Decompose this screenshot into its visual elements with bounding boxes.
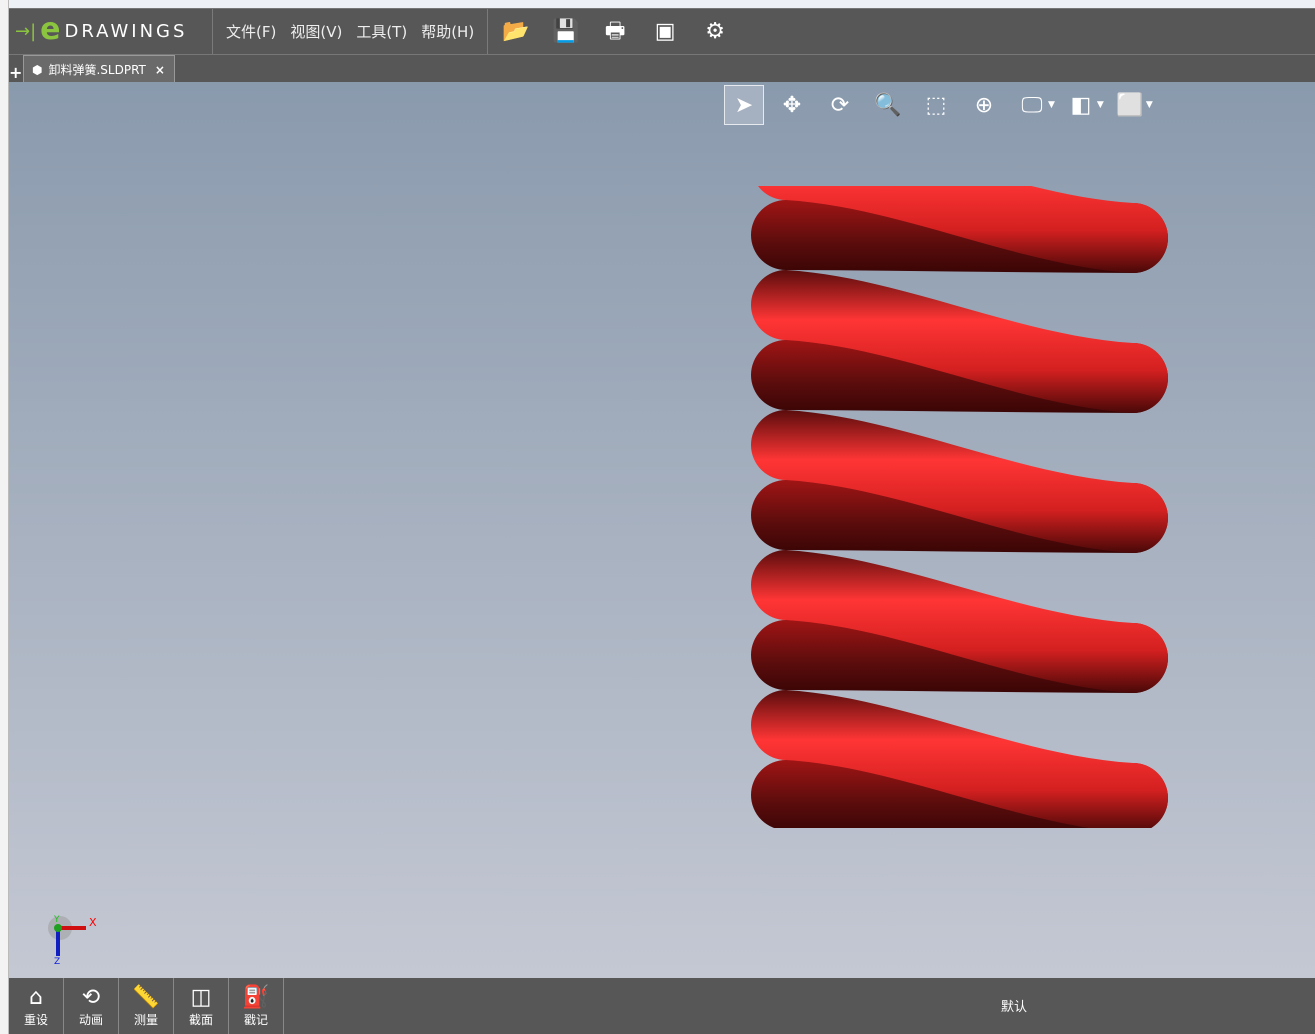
y-axis-label: Y: [53, 915, 60, 925]
3d-viewport[interactable]: [9, 82, 1315, 978]
coil-back-strand: [751, 900, 1168, 973]
animate-label: 动画: [78, 1012, 103, 1027]
animate-button[interactable]: ⟲ 动画: [64, 978, 119, 1034]
measure-button[interactable]: 📏 测量: [119, 978, 174, 1034]
menu-tools[interactable]: 工具(T): [356, 21, 407, 42]
print-icon[interactable]: 🖶: [602, 19, 628, 45]
menu-bar: 文件(F) 视图(V) 工具(T) 帮助(H): [213, 9, 489, 54]
measure-icon: 📏: [132, 984, 160, 1010]
x-axis-label: X: [89, 916, 97, 929]
reset-label: 重设: [23, 1012, 48, 1027]
tab-title: 卸料弹簧.SLDPRT: [48, 63, 146, 77]
menu-view[interactable]: 视图(V): [290, 21, 342, 42]
chevron-down-icon[interactable]: ▼: [1097, 100, 1104, 110]
home-icon: ⌂: [29, 984, 43, 1010]
main-toolbar: →| e DRAWINGS 文件(F) 视图(V) 工具(T) 帮助(H) 📂 …: [9, 8, 1315, 54]
page-setup-icon[interactable]: ▣: [652, 19, 678, 45]
zoom-fit-icon[interactable]: ⊕: [964, 85, 1004, 125]
bottom-toolbar: ⌂ 重设 ⟲ 动画 📏 测量 ◫ 截面 ⛽ 戳记: [9, 978, 1315, 1034]
display-style-icon[interactable]: 🖵: [1012, 85, 1052, 125]
animate-icon: ⟲: [81, 984, 101, 1010]
pan-icon[interactable]: ✥: [772, 85, 812, 125]
menu-file[interactable]: 文件(F): [226, 21, 276, 42]
save-icon[interactable]: 💾: [552, 19, 579, 45]
select-icon[interactable]: ➤: [724, 85, 764, 125]
part-icon: ⬢: [32, 62, 43, 77]
view-orientation-icon[interactable]: ◧: [1061, 85, 1101, 125]
rotate-icon[interactable]: ⟳: [820, 85, 860, 125]
section-icon: ◫: [190, 984, 212, 1010]
close-tab-button[interactable]: ×: [155, 63, 165, 77]
zoom-icon[interactable]: 🔍: [868, 85, 908, 125]
measure-label: 测量: [133, 1012, 158, 1027]
logo-e: e: [40, 12, 61, 47]
edrawings-logo: →| e DRAWINGS: [9, 9, 213, 54]
spring-model: [751, 186, 1168, 973]
menu-help[interactable]: 帮助(H): [421, 21, 474, 42]
axis-triad: X Y Z: [48, 915, 97, 966]
document-tab[interactable]: ⬢ 卸料弹簧.SLDPRT ×: [23, 55, 175, 83]
add-tab-button[interactable]: +: [9, 63, 22, 82]
left-edge: [0, 0, 9, 1034]
configuration-status: 默认: [1001, 1000, 1028, 1015]
standard-views-icon[interactable]: ⬜: [1110, 85, 1150, 125]
reset-button[interactable]: ⌂ 重设: [9, 978, 64, 1034]
logo-text: DRAWINGS: [64, 21, 188, 42]
z-axis-label: Z: [54, 957, 60, 966]
view-toolbar: ➤ ✥ ⟳ 🔍 ⬚ ⊕ 🖵 ▼ ◧ ▼ ⬜ ▼: [724, 85, 1159, 125]
settings-icon[interactable]: ⚙: [702, 19, 728, 45]
coil-front-strand: [751, 830, 1168, 973]
stamp-label: 戳记: [243, 1012, 268, 1027]
section-label: 截面: [188, 1012, 213, 1027]
tab-bar: + ⬢ 卸料弹簧.SLDPRT ×: [9, 54, 1315, 83]
stamp-icon: ⛽: [242, 984, 270, 1010]
open-icon[interactable]: 📂: [502, 19, 529, 45]
zoom-area-icon[interactable]: ⬚: [916, 85, 956, 125]
chevron-down-icon[interactable]: ▼: [1146, 100, 1153, 110]
chevron-down-icon[interactable]: ▼: [1048, 100, 1055, 110]
stamp-button[interactable]: ⛽ 戳记: [229, 978, 284, 1034]
section-button[interactable]: ◫ 截面: [174, 978, 229, 1034]
